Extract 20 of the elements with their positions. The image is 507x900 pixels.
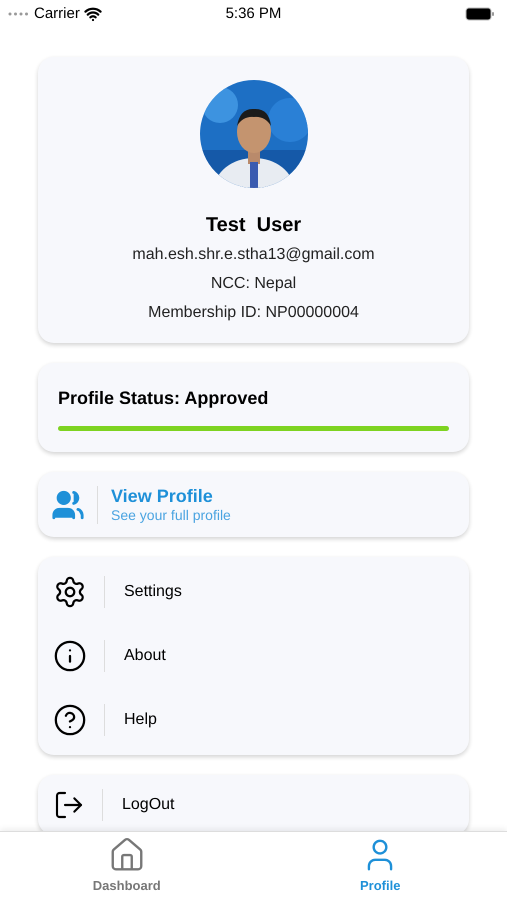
settings-icon	[53, 575, 87, 609]
tab-item[interactable]: Dashboard	[0, 832, 254, 900]
status-time: 5:36 PM	[224, 4, 282, 24]
membership-id: Membership ID: NP00000004	[148, 303, 359, 323]
logout-icon	[53, 789, 85, 821]
help-icon	[53, 703, 87, 737]
view-profile-subtitle: See your full profile	[111, 507, 231, 524]
profile-status: Profile Status: Approved	[58, 386, 270, 410]
view-profile-title: View Profile	[111, 484, 214, 507]
carrier-label: Carrier	[34, 4, 80, 24]
user-name: Test User	[206, 213, 302, 238]
signal-icon	[8, 12, 30, 16]
info-icon	[53, 639, 87, 673]
battery-icon	[465, 7, 495, 21]
menu-item[interactable]: About	[38, 624, 469, 688]
menu-item[interactable]: Settings	[38, 560, 469, 624]
wifi-icon	[84, 5, 102, 23]
menu-item[interactable]: Help	[38, 688, 469, 752]
user-email: mah.esh.shr.e.stha13@gmail.com	[132, 245, 375, 265]
user-ncc: NCC: Nepal	[210, 274, 296, 294]
